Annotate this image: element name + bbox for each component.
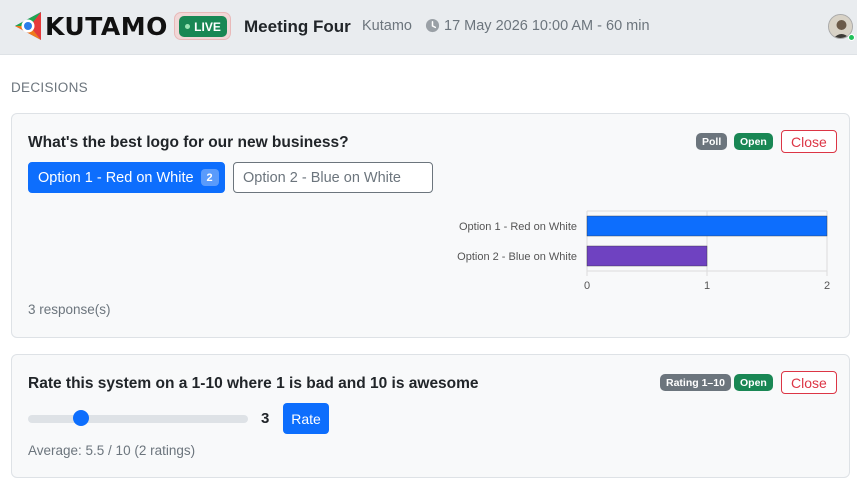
rating-close-button[interactable]: Close xyxy=(781,371,837,394)
logo-mark-icon xyxy=(15,12,41,40)
rating-status-badge: Open xyxy=(734,374,773,391)
rating-slider-track[interactable] xyxy=(28,415,248,423)
online-status-dot xyxy=(848,34,855,41)
chart-x-tick-label: 0 xyxy=(584,280,590,292)
kutamo-logo[interactable]: KUTAMO xyxy=(11,9,168,43)
poll-card: What's the best logo for our new busines… xyxy=(11,113,850,338)
rate-button[interactable]: Rate xyxy=(283,403,329,434)
rating-question: Rate this system on a 1-10 where 1 is ba… xyxy=(28,375,479,392)
meeting-title: Meeting Four xyxy=(244,17,351,36)
live-badge: LIVE xyxy=(179,16,227,37)
chart-x-tick-label: 2 xyxy=(824,280,830,292)
live-dot-icon xyxy=(185,24,191,29)
brand-name: KUTAMO xyxy=(45,11,168,41)
top-bar: KUTAMO LIVE Meeting Four Kutamo 17 May 2… xyxy=(0,0,857,55)
rating-slider-value: 3 xyxy=(261,410,270,427)
poll-responses-count: 3 response(s) xyxy=(28,302,111,317)
section-title: DECISIONS xyxy=(11,80,88,95)
chart-category-label: Option 1 - Red on White xyxy=(459,221,577,233)
rating-card: Rate this system on a 1-10 where 1 is ba… xyxy=(11,354,850,478)
chart-category-label: Option 2 - Blue on White xyxy=(457,251,577,263)
chart-bar xyxy=(586,215,828,237)
rating-average: Average: 5.5 / 10 (2 ratings) xyxy=(28,443,196,458)
live-indicator: LIVE xyxy=(174,12,231,40)
meeting-datetime: 17 May 2026 10:00 AM - 60 min xyxy=(444,18,650,34)
poll-results-chart: 0 1 2 Option 1 - Red on White Option 2 - Blu… xyxy=(457,210,830,292)
chart-x-tick-label: 1 xyxy=(704,280,710,292)
live-label: LIVE xyxy=(194,19,221,34)
organization-name: Kutamo xyxy=(362,18,412,34)
rating-type-badge: Rating 1–10 xyxy=(660,374,731,391)
clock-icon xyxy=(425,18,440,33)
chart-bar xyxy=(586,245,708,267)
rating-slider-thumb[interactable] xyxy=(73,410,90,426)
